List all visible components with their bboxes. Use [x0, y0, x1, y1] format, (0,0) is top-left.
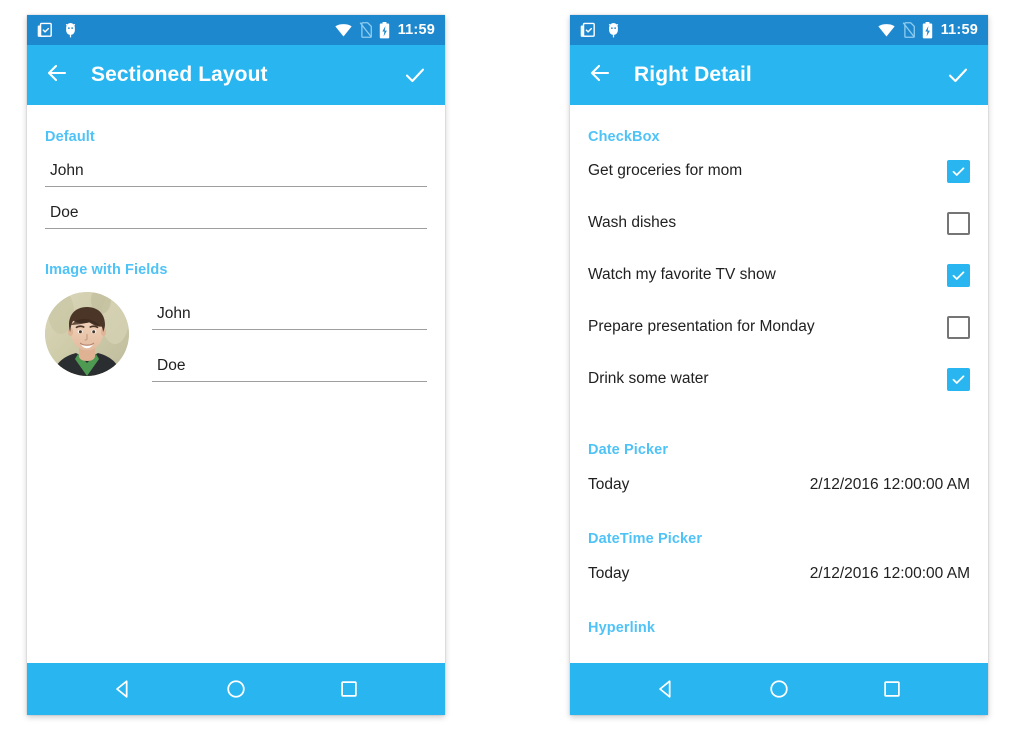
status-bar-left: 11:59	[27, 15, 445, 45]
section-header-default: Default	[45, 129, 95, 145]
android-debug-icon	[606, 22, 621, 39]
nav-recents-button[interactable]	[866, 663, 918, 715]
nav-back-button[interactable]	[640, 663, 692, 715]
nav-bar-left	[27, 663, 445, 715]
checkbox-row[interactable]: Drink some water	[588, 353, 970, 405]
text-field-value: Doe	[157, 357, 186, 374]
avatar[interactable]	[45, 292, 129, 376]
status-time: 11:59	[397, 22, 435, 38]
nav-back-button[interactable]	[97, 663, 149, 715]
check-icon[interactable]	[946, 63, 970, 87]
phone-right: 11:59 Right Detail CheckBox Get grocerie…	[570, 15, 988, 715]
datetime-picker-label: Today	[588, 565, 630, 582]
datetime-picker-value: 2/12/2016 12:00:00 AM	[809, 565, 970, 582]
checkbox-checked-icon[interactable]	[947, 367, 970, 391]
text-field-value: John	[50, 162, 84, 179]
date-picker-row[interactable]: Today 2/12/2016 12:00:00 AM	[588, 476, 970, 494]
section-header-checkbox: CheckBox	[588, 129, 660, 145]
checkbox-row[interactable]: Get groceries for mom	[588, 145, 970, 197]
arrow-back-icon[interactable]	[45, 61, 69, 90]
status-notification-icons	[37, 22, 78, 39]
arrow-back-icon[interactable]	[588, 61, 612, 90]
no-sim-icon	[359, 22, 372, 38]
app-bar-right: Right Detail	[570, 45, 988, 105]
check-icon[interactable]	[403, 63, 427, 87]
checkbox-unchecked-icon[interactable]	[947, 315, 970, 339]
checkbox-label: Get groceries for mom	[588, 162, 743, 179]
text-field-last-name[interactable]: Doe	[45, 203, 427, 229]
status-time: 11:59	[940, 22, 978, 38]
status-system-icons: 11:59	[878, 21, 978, 39]
page-title: Right Detail	[634, 63, 752, 86]
checkbox-label: Wash dishes	[588, 214, 677, 231]
checkbox-checked-icon[interactable]	[947, 159, 970, 183]
nav-home-button[interactable]	[210, 663, 262, 715]
content-right: CheckBox Get groceries for mom Wash dish…	[570, 105, 988, 663]
image-with-fields-row: John Doe	[45, 292, 427, 382]
status-bar-right: 11:59	[570, 15, 988, 45]
image-row-fields: John Doe	[152, 292, 427, 382]
nav-bar-right	[570, 663, 988, 715]
datetime-picker-row[interactable]: Today 2/12/2016 12:00:00 AM	[588, 565, 970, 583]
nav-recents-button[interactable]	[323, 663, 375, 715]
android-debug-icon	[63, 22, 78, 39]
text-field-last-name-image[interactable]: Doe	[152, 356, 427, 382]
checkbox-label: Prepare presentation for Monday	[588, 318, 815, 335]
clipboard-check-icon	[37, 22, 54, 39]
text-field-value: John	[157, 305, 191, 322]
wifi-icon	[335, 23, 352, 37]
checkbox-label: Watch my favorite TV show	[588, 266, 776, 283]
date-picker-value: 2/12/2016 12:00:00 AM	[809, 476, 970, 493]
section-header-hyperlink: Hyperlink	[588, 620, 655, 636]
status-system-icons: 11:59	[335, 21, 435, 39]
checkbox-row[interactable]: Wash dishes	[588, 197, 970, 249]
text-field-first-name[interactable]: John	[45, 161, 427, 187]
section-header-datetime-picker: DateTime Picker	[588, 531, 703, 547]
status-notification-icons	[580, 22, 621, 39]
nav-home-button[interactable]	[753, 663, 805, 715]
content-left: Default John Doe Image with Fields John …	[27, 105, 445, 663]
no-sim-icon	[902, 22, 915, 38]
phone-left: 11:59 Sectioned Layout Default John Doe …	[27, 15, 445, 715]
text-field-value: Doe	[50, 204, 79, 221]
checkbox-unchecked-icon[interactable]	[947, 211, 970, 235]
screenshot-stage: 11:59 Sectioned Layout Default John Doe …	[0, 0, 1024, 744]
battery-charging-icon	[379, 21, 390, 39]
section-header-date-picker: Date Picker	[588, 442, 669, 458]
app-bar-left: Sectioned Layout	[27, 45, 445, 105]
checkbox-checked-icon[interactable]	[947, 263, 970, 287]
wifi-icon	[878, 23, 895, 37]
checkbox-row[interactable]: Prepare presentation for Monday	[588, 301, 970, 353]
checkbox-label: Drink some water	[588, 370, 709, 387]
text-field-first-name-image[interactable]: John	[152, 304, 427, 330]
section-header-image-with-fields: Image with Fields	[45, 262, 168, 278]
checkbox-row[interactable]: Watch my favorite TV show	[588, 249, 970, 301]
battery-charging-icon	[922, 21, 933, 39]
date-picker-label: Today	[588, 476, 630, 493]
clipboard-check-icon	[580, 22, 597, 39]
page-title: Sectioned Layout	[91, 63, 268, 86]
